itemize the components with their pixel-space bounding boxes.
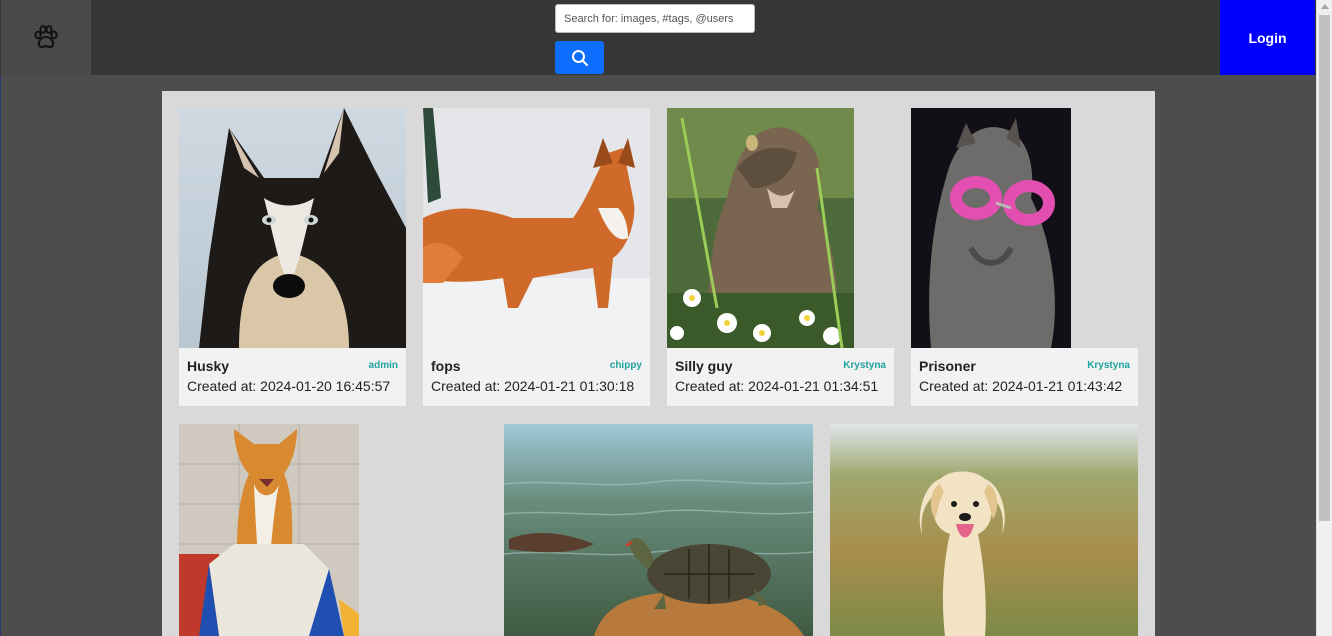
- post-title[interactable]: Prisoner: [919, 358, 976, 374]
- post-created-at: Created at: 2024-01-21 01:34:51: [675, 378, 879, 394]
- scroll-thumb[interactable]: [1319, 15, 1330, 521]
- post-author[interactable]: Krystyna: [843, 360, 886, 371]
- husky-photo[interactable]: [179, 108, 406, 348]
- search-input[interactable]: [555, 4, 755, 33]
- cat-with-handcuffs-photo[interactable]: [911, 108, 1071, 348]
- post-author[interactable]: chippy: [610, 360, 642, 371]
- tabby-cat-photo[interactable]: [667, 108, 854, 348]
- post-info: Prisoner Krystyna Created at: 2024-01-21…: [911, 348, 1138, 406]
- top-navbar: Login: [0, 0, 1316, 75]
- home-logo[interactable]: [1, 0, 91, 75]
- post-info: fops chippy Created at: 2024-01-21 01:30…: [423, 348, 650, 406]
- paw-icon: [34, 24, 58, 48]
- post-info: Silly guy Krystyna Created at: 2024-01-2…: [667, 348, 894, 406]
- fox-photo[interactable]: [423, 108, 650, 348]
- post-title[interactable]: Silly guy: [675, 358, 733, 374]
- post-card-fops[interactable]: fops chippy Created at: 2024-01-21 01:30…: [423, 108, 650, 406]
- post-title[interactable]: fops: [431, 358, 461, 374]
- post-card-prisoner[interactable]: Prisoner Krystyna Created at: 2024-01-21…: [911, 108, 1138, 406]
- turtle-photo[interactable]: [504, 424, 813, 636]
- post-author[interactable]: Krystyna: [1087, 360, 1130, 371]
- search-icon: [571, 49, 588, 66]
- window-edge: [0, 0, 1, 636]
- login-button[interactable]: Login: [1220, 0, 1315, 75]
- golden-puppy-photo[interactable]: [830, 424, 1138, 636]
- page-scrollbar[interactable]: [1316, 0, 1332, 636]
- post-card-silly-guy[interactable]: Silly guy Krystyna Created at: 2024-01-2…: [667, 108, 894, 406]
- post-info: Husky admin Created at: 2024-01-20 16:45…: [179, 348, 406, 406]
- orange-cat-in-box-photo[interactable]: [179, 424, 359, 636]
- scroll-up-arrow[interactable]: [1321, 4, 1329, 9]
- post-created-at: Created at: 2024-01-21 01:30:18: [431, 378, 635, 394]
- post-card-turtle[interactable]: [504, 424, 813, 636]
- post-card-orange-cat[interactable]: [179, 424, 359, 636]
- post-card-puppy[interactable]: [830, 424, 1138, 636]
- post-created-at: Created at: 2024-01-21 01:43:42: [919, 378, 1123, 394]
- image-gallery: Husky admin Created at: 2024-01-20 16:45…: [162, 91, 1155, 636]
- post-title[interactable]: Husky: [187, 358, 229, 374]
- post-author[interactable]: admin: [369, 360, 398, 371]
- post-card-husky[interactable]: Husky admin Created at: 2024-01-20 16:45…: [179, 108, 406, 406]
- post-created-at: Created at: 2024-01-20 16:45:57: [187, 378, 391, 394]
- search-button[interactable]: [555, 41, 604, 74]
